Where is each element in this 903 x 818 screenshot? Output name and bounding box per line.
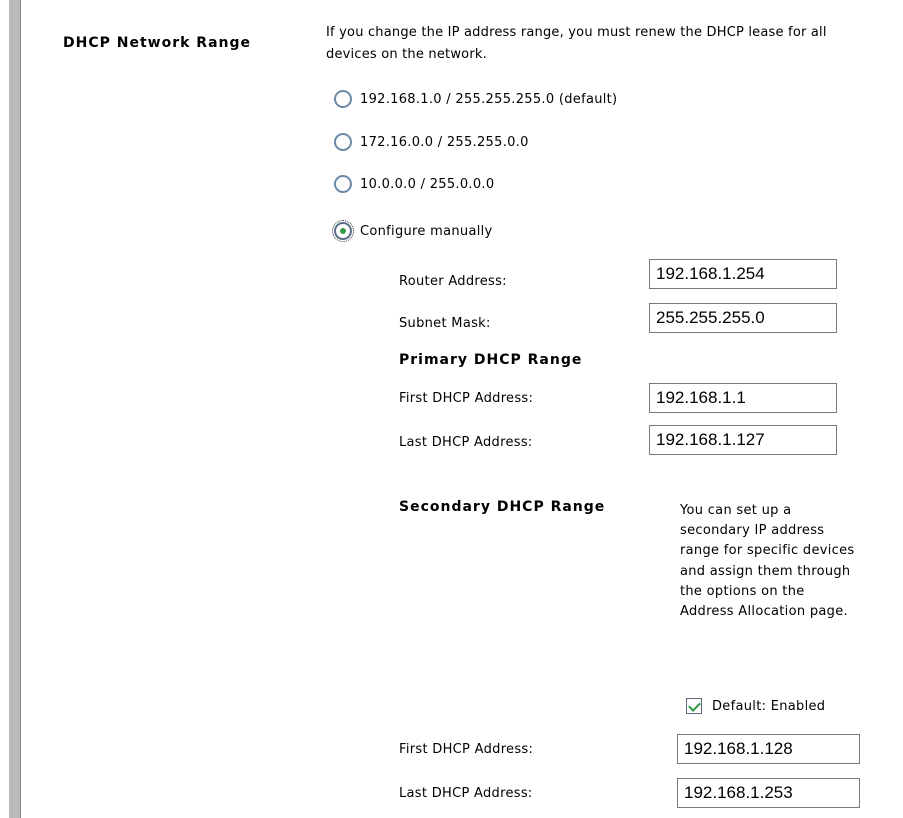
radio-option-default[interactable]: 192.168.1.0 / 255.255.255.0 (default) bbox=[334, 87, 617, 111]
left-rail bbox=[9, 0, 20, 818]
secondary-last-label: Last DHCP Address: bbox=[399, 786, 533, 801]
section-title: DHCP Network Range bbox=[63, 35, 252, 51]
router-address-input[interactable] bbox=[649, 259, 837, 289]
radio-button[interactable] bbox=[334, 90, 352, 108]
primary-first-input[interactable] bbox=[649, 383, 837, 413]
radio-option-10[interactable]: 10.0.0.0 / 255.0.0.0 bbox=[334, 172, 494, 196]
radio-label: 172.16.0.0 / 255.255.0.0 bbox=[360, 134, 529, 150]
secondary-range-heading: Secondary DHCP Range bbox=[399, 499, 606, 515]
radio-option-172[interactable]: 172.16.0.0 / 255.255.0.0 bbox=[334, 130, 529, 154]
checkbox-label: Default: Enabled bbox=[712, 698, 826, 714]
primary-last-label: Last DHCP Address: bbox=[399, 435, 533, 450]
radio-option-manual[interactable]: Configure manually bbox=[332, 219, 493, 243]
radio-label: 192.168.1.0 / 255.255.255.0 (default) bbox=[360, 91, 618, 107]
secondary-first-input[interactable] bbox=[677, 734, 860, 764]
subnet-mask-input[interactable] bbox=[649, 303, 837, 333]
intro-text: If you change the IP address range, you … bbox=[326, 25, 827, 62]
radio-button[interactable] bbox=[334, 133, 352, 151]
primary-first-label: First DHCP Address: bbox=[399, 391, 534, 406]
router-address-label: Router Address: bbox=[399, 274, 507, 289]
secondary-first-label: First DHCP Address: bbox=[399, 742, 534, 757]
primary-last-input[interactable] bbox=[649, 425, 837, 455]
left-rail-edge bbox=[20, 0, 21, 818]
secondary-last-input[interactable] bbox=[677, 778, 860, 808]
radio-button-selected[interactable] bbox=[332, 220, 354, 242]
left-rail-white bbox=[0, 0, 9, 818]
radio-label: Configure manually bbox=[360, 223, 493, 239]
radio-button[interactable] bbox=[334, 175, 352, 193]
primary-range-heading: Primary DHCP Range bbox=[399, 352, 583, 368]
checkbox-checked-icon[interactable] bbox=[686, 698, 702, 714]
radio-label: 10.0.0.0 / 255.0.0.0 bbox=[360, 176, 495, 192]
secondary-range-note: You can set up a secondary IP address ra… bbox=[680, 503, 855, 620]
secondary-enabled-checkbox-row[interactable]: Default: Enabled bbox=[686, 698, 825, 714]
subnet-mask-label: Subnet Mask: bbox=[399, 316, 491, 331]
